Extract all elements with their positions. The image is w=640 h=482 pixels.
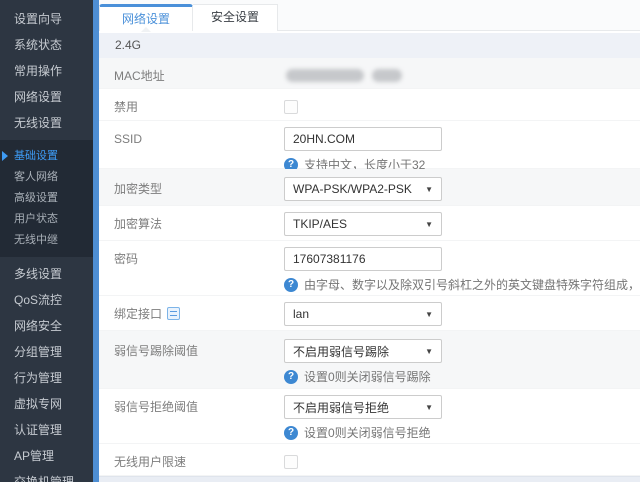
sidebar-subitem-basic-settings[interactable]: 基础设置: [0, 146, 93, 167]
form-row-encryption-algorithm: 加密算法 TKIP/AES ▼: [99, 206, 640, 241]
help-question-icon: ?: [284, 278, 298, 292]
sidebar-item-group-management[interactable]: 分组管理: [0, 339, 93, 365]
user-speed-limit-label: 无线用户限速: [114, 450, 186, 474]
sidebar-subitem-wireless-relay[interactable]: 无线中继: [0, 230, 93, 251]
tab-security-settings[interactable]: 安全设置: [193, 4, 278, 31]
wireless-submenu: 基础设置 客人网络 高级设置 用户状态 无线中继: [0, 140, 93, 257]
weak-signal-reject-label: 弱信号拒绝阈值: [114, 395, 198, 419]
main-content: 网络设置 安全设置 2.4G MAC地址 禁用 SSID: [99, 0, 640, 482]
bind-interface-info-icon[interactable]: [167, 307, 180, 320]
password-label: 密码: [114, 247, 138, 271]
chevron-down-icon: ▼: [425, 403, 433, 412]
form-row-ssid: SSID ? 支持中文，长度小于32: [99, 121, 640, 169]
sidebar-item-multiline-settings[interactable]: 多线设置: [0, 261, 93, 287]
help-question-icon: ?: [284, 426, 298, 440]
sidebar-item-common-ops[interactable]: 常用操作: [0, 58, 93, 84]
sidebar-item-qos[interactable]: QoS流控: [0, 287, 93, 313]
ssid-input[interactable]: [284, 127, 442, 151]
user-speed-limit-checkbox[interactable]: [284, 455, 298, 469]
tab-network-settings[interactable]: 网络设置: [99, 4, 193, 31]
sidebar-item-switch-management[interactable]: 交换机管理: [0, 469, 93, 482]
password-help-text: 由字母、数字以及除双引号斜杠之外的英文键盘特殊字符组成，长度是8到63个字符: [304, 276, 640, 293]
sidebar-subitem-guest-network[interactable]: 客人网络: [0, 167, 93, 188]
ssid-label: SSID: [114, 127, 142, 151]
weak-signal-kick-label: 弱信号踢除阈值: [114, 339, 198, 363]
sidebar-item-ap-management[interactable]: AP管理: [0, 443, 93, 469]
disable-checkbox[interactable]: [284, 100, 298, 114]
encryption-type-label: 加密类型: [114, 177, 162, 201]
weak-signal-reject-help-text: 设置0则关闭弱信号拒绝: [304, 424, 431, 441]
bind-interface-select[interactable]: lan ▼: [284, 302, 442, 326]
mac-address-redacted-value: [284, 64, 640, 88]
active-tab-notch: [141, 27, 151, 32]
sidebar-subitem-label: 基础设置: [14, 150, 58, 162]
chevron-down-icon: ▼: [425, 185, 433, 194]
sidebar-item-behavior-management[interactable]: 行为管理: [0, 365, 93, 391]
password-input[interactable]: [284, 247, 442, 271]
encryption-algorithm-value: TKIP/AES: [293, 217, 425, 231]
weak-signal-reject-value: 不启用弱信号拒绝: [293, 399, 425, 416]
sidebar-item-system-status[interactable]: 系统状态: [0, 32, 93, 58]
form-row-weak-signal-reject: 弱信号拒绝阈值 不启用弱信号拒绝 ▼ ? 设置0则关闭弱信号拒绝: [99, 389, 640, 444]
encryption-type-select[interactable]: WPA-PSK/WPA2-PSK ▼: [284, 177, 442, 201]
weak-signal-kick-value: 不启用弱信号踢除: [293, 343, 425, 360]
tab-bar: 网络设置 安全设置: [99, 0, 640, 31]
form-row-bind-interface: 绑定接口 lan ▼: [99, 296, 640, 331]
weak-signal-kick-help-text: 设置0则关闭弱信号踢除: [304, 368, 431, 385]
help-question-icon: ?: [284, 370, 298, 384]
section-title-2-4g: 2.4G: [99, 33, 640, 58]
sidebar-subitem-advanced-settings[interactable]: 高级设置: [0, 188, 93, 209]
sidebar-item-network-security[interactable]: 网络安全: [0, 313, 93, 339]
form-row-encryption-type: 加密类型 WPA-PSK/WPA2-PSK ▼: [99, 169, 640, 206]
wireless-settings-form: MAC地址 禁用 SSID ? 支持中文，长度小于32: [99, 58, 640, 482]
sidebar-item-setup-wizard[interactable]: 设置向导: [0, 6, 93, 32]
disable-label: 禁用: [114, 95, 138, 119]
form-row-weak-signal-kick: 弱信号踢除阈值 不启用弱信号踢除 ▼ ? 设置0则关闭弱信号踢除: [99, 331, 640, 389]
encryption-algorithm-label: 加密算法: [114, 212, 162, 236]
encryption-type-value: WPA-PSK/WPA2-PSK: [293, 182, 425, 196]
sidebar: 设置向导 系统状态 常用操作 网络设置 无线设置 基础设置 客人网络 高级设置 …: [0, 0, 93, 482]
tab-label: 安全设置: [211, 10, 259, 24]
bind-interface-label: 绑定接口: [114, 302, 162, 326]
sidebar-item-vpn[interactable]: 虚拟专网: [0, 391, 93, 417]
form-row-mac-address: MAC地址: [99, 58, 640, 89]
password-help: ? 由字母、数字以及除双引号斜杠之外的英文键盘特殊字符组成，长度是8到63个字符: [284, 276, 640, 293]
weak-signal-kick-help: ? 设置0则关闭弱信号踢除: [284, 368, 640, 385]
bind-interface-value: lan: [293, 307, 425, 321]
sidebar-subitem-user-status[interactable]: 用户状态: [0, 209, 93, 230]
encryption-algorithm-select[interactable]: TKIP/AES ▼: [284, 212, 442, 236]
weak-signal-reject-help: ? 设置0则关闭弱信号拒绝: [284, 424, 640, 441]
form-row-user-speed-limit: 无线用户限速: [99, 444, 640, 476]
weak-signal-kick-select[interactable]: 不启用弱信号踢除 ▼: [284, 339, 442, 363]
form-row-password: 密码 ? 由字母、数字以及除双引号斜杠之外的英文键盘特殊字符组成，长度是8到63…: [99, 241, 640, 296]
chevron-down-icon: ▼: [425, 347, 433, 356]
sidebar-item-network-settings[interactable]: 网络设置: [0, 84, 93, 110]
weak-signal-reject-select[interactable]: 不启用弱信号拒绝 ▼: [284, 395, 442, 419]
active-item-arrow-icon: [2, 151, 8, 161]
tab-label: 网络设置: [122, 12, 170, 26]
sidebar-item-wireless-settings[interactable]: 无线设置: [0, 110, 93, 136]
chevron-down-icon: ▼: [425, 220, 433, 229]
mac-address-label: MAC地址: [114, 64, 165, 88]
next-section-band: [99, 476, 640, 482]
sidebar-item-auth-management[interactable]: 认证管理: [0, 417, 93, 443]
form-row-disable: 禁用: [99, 89, 640, 121]
chevron-down-icon: ▼: [425, 310, 433, 319]
